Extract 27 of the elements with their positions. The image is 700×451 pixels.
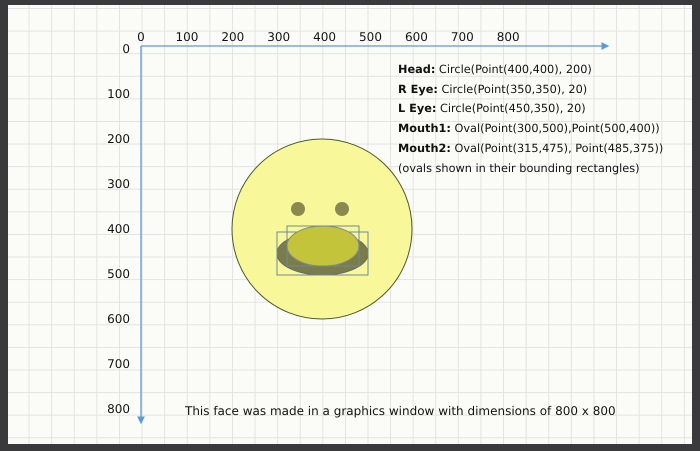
legend-line: R Eye: Circle(Point(350,350), 20) bbox=[398, 82, 588, 98]
y-tick-label: 200 bbox=[107, 133, 130, 145]
y-tick-label: 300 bbox=[107, 178, 130, 190]
x-tick-label: 800 bbox=[496, 31, 520, 43]
x-tick-label: 300 bbox=[267, 31, 290, 43]
x-tick-label: 600 bbox=[404, 31, 428, 43]
eye-circle bbox=[335, 202, 349, 216]
legend-line: (ovals shown in their bounding rectangles) bbox=[398, 160, 641, 177]
legend-line: L Eye: Circle(Point(450,350), 20) bbox=[398, 101, 587, 118]
x-tick-label: 500 bbox=[359, 31, 382, 43]
y-tick-label: 500 bbox=[107, 268, 130, 280]
x-tick-label: 100 bbox=[175, 31, 198, 43]
y-tick-label: 700 bbox=[107, 358, 130, 370]
caption-text: This face was made in a graphics window with dimensions of 800 x 800 bbox=[185, 403, 616, 420]
legend-line: Head: Circle(Point(400,400), 200) bbox=[398, 62, 593, 78]
x-tick-label: 700 bbox=[450, 31, 474, 43]
y-tick-label: 400 bbox=[107, 223, 130, 235]
x-tick-label: 0 bbox=[137, 31, 145, 43]
eye-circle bbox=[291, 202, 305, 216]
x-tick-label: 400 bbox=[313, 31, 336, 43]
y-tick-label: 600 bbox=[107, 313, 130, 325]
legend-line: Mouth1: Oval(Point(300,500),Point(500,400)) bbox=[398, 121, 661, 138]
legend-line: Mouth2: Oval(Point(315,475), Point(485,375)) bbox=[398, 140, 664, 157]
y-tick-label: 800 bbox=[107, 403, 130, 415]
x-tick-label: 200 bbox=[221, 31, 244, 43]
y-tick-label: 100 bbox=[107, 88, 130, 100]
y-tick-label: 0 bbox=[122, 43, 130, 55]
